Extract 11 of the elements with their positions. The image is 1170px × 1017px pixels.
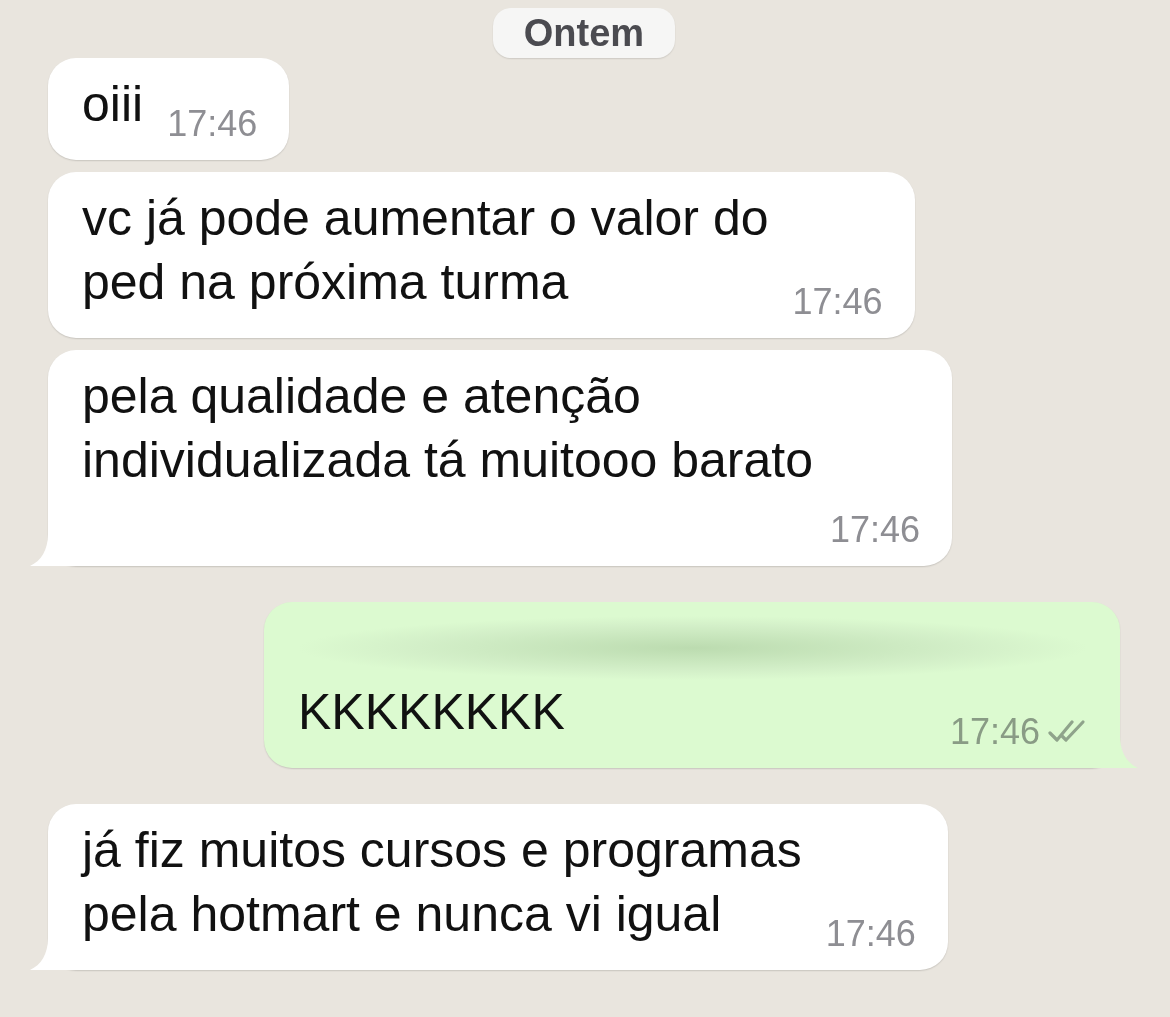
message-time: 17:46 bbox=[949, 712, 1040, 752]
message-text: já fiz muitos cursos e programas pela hotmart e nunca vi igual bbox=[82, 821, 802, 944]
message-time: 17:46 bbox=[829, 510, 920, 550]
message-text: KKKKKKKK bbox=[298, 683, 565, 742]
message-text: pela qualidade e atenção individualizada tá muitooo barato bbox=[82, 367, 814, 490]
message-time: 17:46 bbox=[825, 914, 916, 954]
message-text: vc já pode aumentar o valor do ped na próxima turma bbox=[82, 189, 769, 312]
message-time: 17:46 bbox=[792, 282, 883, 322]
message-text: oiii bbox=[82, 75, 144, 134]
date-chip: Ontem bbox=[492, 8, 676, 58]
message-time: 17:46 bbox=[167, 104, 258, 144]
